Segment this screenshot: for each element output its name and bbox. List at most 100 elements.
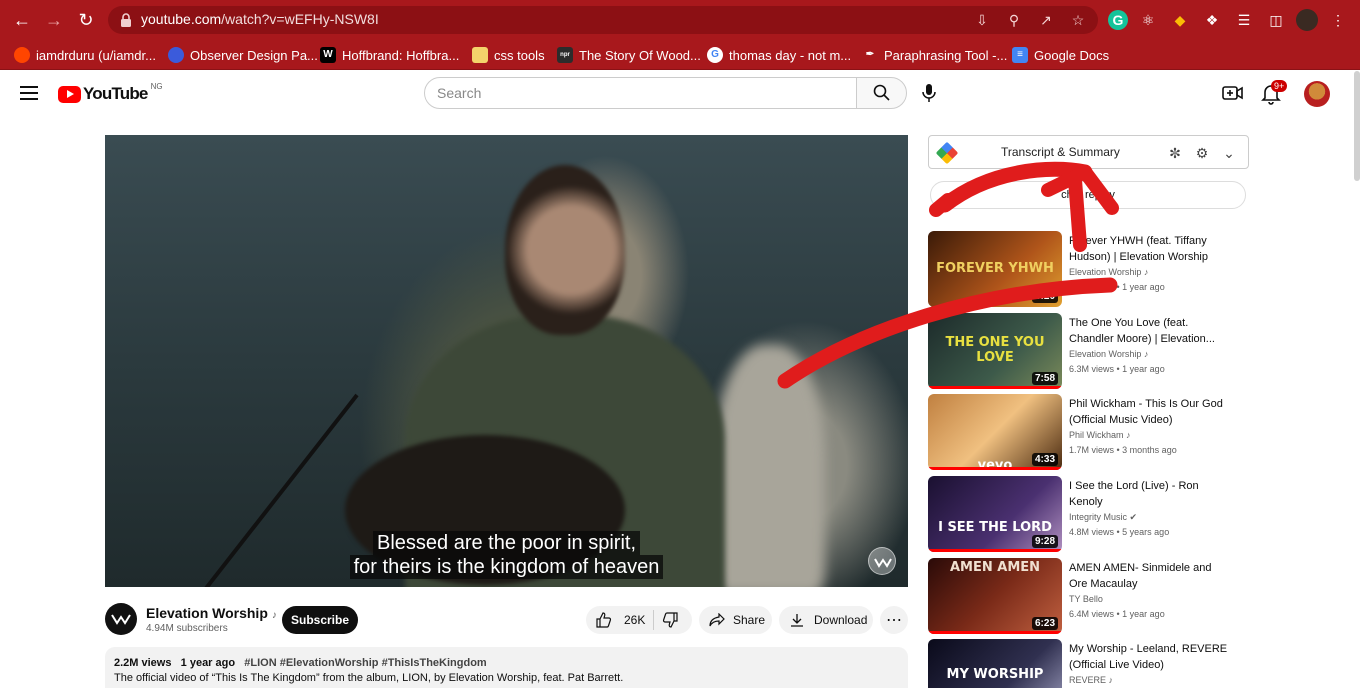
video-thumbnail[interactable]: vevo 4:33 xyxy=(928,394,1062,470)
hashtags[interactable]: #LION #ElevationWorship #ThisIsTheKingdo… xyxy=(244,657,486,669)
share-button[interactable]: Share xyxy=(699,606,772,634)
watch-progress-bar xyxy=(928,631,1062,634)
media-control-icon[interactable]: ☰ xyxy=(1232,8,1256,32)
bookmark-item[interactable]: npr The Story Of Wood... xyxy=(557,45,701,65)
share-page-icon[interactable]: ↗ xyxy=(1036,10,1056,30)
music-note-icon: ♪ xyxy=(1141,349,1149,359)
install-app-icon[interactable]: ⇩ xyxy=(972,10,992,30)
menu-icon[interactable] xyxy=(20,86,38,100)
subscribe-button[interactable]: Subscribe xyxy=(282,606,358,634)
recommendation-channel[interactable]: Elevation Worship ♪ xyxy=(1069,349,1148,359)
address-bar[interactable]: youtube.com/watch?v=wEFHy-NSW8I ⇩ ⚲ ↗ ☆ xyxy=(108,6,1098,34)
video-thumbnail[interactable]: MY WORSHIP xyxy=(928,639,1062,688)
watch-progress-bar xyxy=(928,467,1062,470)
channel-avatar[interactable] xyxy=(105,603,137,635)
search-input[interactable] xyxy=(425,78,856,108)
video-thumbnail[interactable]: I SEE THE LORD 9:28 xyxy=(928,476,1062,552)
video-duration: 9:28 xyxy=(1031,535,1058,548)
recommendation-stats: 6.3M views • 1 year ago xyxy=(1069,364,1165,374)
grammarly-extension-icon[interactable]: G xyxy=(1108,10,1128,30)
recommendation-title[interactable]: AMEN AMEN- Sinmidele and Ore Macaulay xyxy=(1069,560,1229,592)
create-video-icon[interactable] xyxy=(1221,81,1245,105)
bookmark-item[interactable]: css tools xyxy=(472,45,545,65)
chevron-down-icon[interactable]: ⌄ xyxy=(1220,144,1238,162)
recommendation-title[interactable]: My Worship - Leeland, REVERE (Official L… xyxy=(1069,641,1229,673)
like-dislike-group: 26K xyxy=(586,606,692,634)
url-text[interactable]: youtube.com/watch?v=wEFHy-NSW8I xyxy=(141,11,379,27)
recommendation-channel[interactable]: REVERE ♪ xyxy=(1069,675,1113,685)
recommendation-card[interactable]: vevo 4:33 Phil Wickham - This Is Our God (… xyxy=(928,394,1258,470)
forward-icon[interactable]: → xyxy=(42,8,66,32)
recommendation-channel[interactable]: TY Bello xyxy=(1069,594,1103,604)
quill-icon: ✒ xyxy=(865,49,875,60)
bookmark-item[interactable]: Observer Design Pa... xyxy=(168,45,318,65)
bookmark-label: The Story Of Wood... xyxy=(579,47,701,63)
thumbnail-text: THE ONE YOU LOVE xyxy=(945,335,1045,365)
description-box[interactable]: 2.2M views 1 year ago #LION #ElevationWo… xyxy=(105,647,908,688)
side-panel-icon[interactable]: ◫ xyxy=(1264,8,1288,32)
download-icon xyxy=(791,614,803,627)
page-scrollbar[interactable] xyxy=(1354,71,1360,181)
video-frame-singer-head xyxy=(505,165,625,335)
bookmark-label: Paraphrasing Tool -... xyxy=(884,47,1008,63)
video-thumbnail[interactable]: THE ONE YOU LOVE 7:58 xyxy=(928,313,1062,389)
recommendation-card[interactable]: FOREVER YHWH 8:20 Forever YHWH (feat. Tiff… xyxy=(928,231,1258,307)
bookmark-item[interactable]: iamdrduru (u/iamdr... xyxy=(14,45,156,65)
recommendation-stats: 1.7M views • 3 months ago xyxy=(1069,445,1177,455)
recommendation-channel[interactable]: Integrity Music ✔ xyxy=(1069,512,1137,523)
recommendation-card[interactable]: I SEE THE LORD 9:28 I See the Lord (Live) … xyxy=(928,476,1258,552)
video-player[interactable]: Blessed are the poor in spirit, for thei… xyxy=(105,135,908,587)
recommendation-card[interactable]: AMEN AMEN 6:23 AMEN AMEN- Sinmidele and Or… xyxy=(928,558,1258,634)
bookmark-star-icon[interactable]: ☆ xyxy=(1068,10,1088,30)
watch-progress-bar xyxy=(928,549,1062,552)
profile-avatar[interactable] xyxy=(1296,9,1318,31)
country-code: NG xyxy=(150,81,163,91)
extensions-puzzle-icon[interactable]: ❖ xyxy=(1200,8,1224,32)
bookmark-item[interactable]: W Hoffbrand: Hoffbra... xyxy=(320,45,459,65)
recommendation-card[interactable]: MY WORSHIP My Worship - Leeland, REVERE (… xyxy=(928,639,1258,688)
video-thumbnail[interactable]: AMEN AMEN 6:23 xyxy=(928,558,1062,634)
microphone-icon[interactable] xyxy=(920,83,938,103)
back-icon[interactable]: ← xyxy=(10,8,34,32)
recommendation-channel[interactable]: Phil Wickham ♪ xyxy=(1069,430,1131,440)
folder-icon xyxy=(472,47,488,63)
bookmark-label: css tools xyxy=(494,47,545,63)
reload-icon[interactable]: ↻ xyxy=(74,8,98,32)
recommendation-card[interactable]: THE ONE YOU LOVE 7:58 The One You Love (fe… xyxy=(928,313,1258,389)
search-icon xyxy=(873,84,890,101)
music-note-icon: ♪ xyxy=(1123,430,1131,440)
reddit-icon xyxy=(14,47,30,63)
colorful-extension-icon[interactable]: ◆ xyxy=(1168,8,1192,32)
subtitle-text: for theirs is the kingdom of heaven xyxy=(349,555,664,579)
search-button[interactable] xyxy=(856,77,907,109)
zoom-icon[interactable]: ⚲ xyxy=(1004,10,1024,30)
chat-replay-button[interactable]: chat replay xyxy=(930,181,1246,209)
react-devtools-icon[interactable]: ⚛ xyxy=(1136,8,1160,32)
gear-icon[interactable]: ⚙ xyxy=(1193,144,1211,162)
account-avatar[interactable] xyxy=(1304,81,1330,107)
browser-menu-icon[interactable]: ⋮ xyxy=(1326,8,1350,32)
thumbs-down-icon[interactable] xyxy=(662,612,678,628)
bookmark-item[interactable]: ≡ Google Docs xyxy=(1012,45,1109,65)
description-meta: 2.2M views 1 year ago #LION #ElevationWo… xyxy=(114,657,899,669)
thumbs-up-icon xyxy=(596,612,612,628)
recommendation-title[interactable]: Forever YHWH (feat. Tiffany Hudson) | El… xyxy=(1069,233,1229,265)
recommendation-title[interactable]: The One You Love (feat. Chandler Moore) … xyxy=(1069,315,1229,347)
transcript-title: Transcript & Summary xyxy=(1001,145,1120,159)
description-text: The official video of “This Is The Kingd… xyxy=(114,672,624,684)
channel-watermark-icon[interactable] xyxy=(868,547,896,575)
bookmark-item[interactable]: ✒ Paraphrasing Tool -... xyxy=(862,45,1008,65)
recommendation-title[interactable]: I See the Lord (Live) - Ron Kenoly xyxy=(1069,478,1229,510)
download-button[interactable]: Download xyxy=(779,606,873,634)
youtube-logo[interactable]: YouTube NG xyxy=(58,81,163,104)
transcript-summary-panel[interactable]: Transcript & Summary ✼ ⚙ ⌄ xyxy=(928,135,1249,169)
more-actions-icon[interactable]: ⋯ xyxy=(880,606,908,634)
notification-badge: 9+ xyxy=(1271,80,1288,92)
openai-icon[interactable]: ✼ xyxy=(1166,144,1184,162)
bookmark-item[interactable]: Gthomas day - not m... xyxy=(707,45,851,65)
channel-name[interactable]: Elevation Worship ♪ xyxy=(146,605,277,621)
recommendation-channel[interactable]: Elevation Worship ♪ xyxy=(1069,267,1148,277)
like-button[interactable]: 26K xyxy=(586,612,645,628)
recommendation-title[interactable]: Phil Wickham - This Is Our God (Official… xyxy=(1069,396,1229,428)
video-thumbnail[interactable]: FOREVER YHWH 8:20 xyxy=(928,231,1062,307)
